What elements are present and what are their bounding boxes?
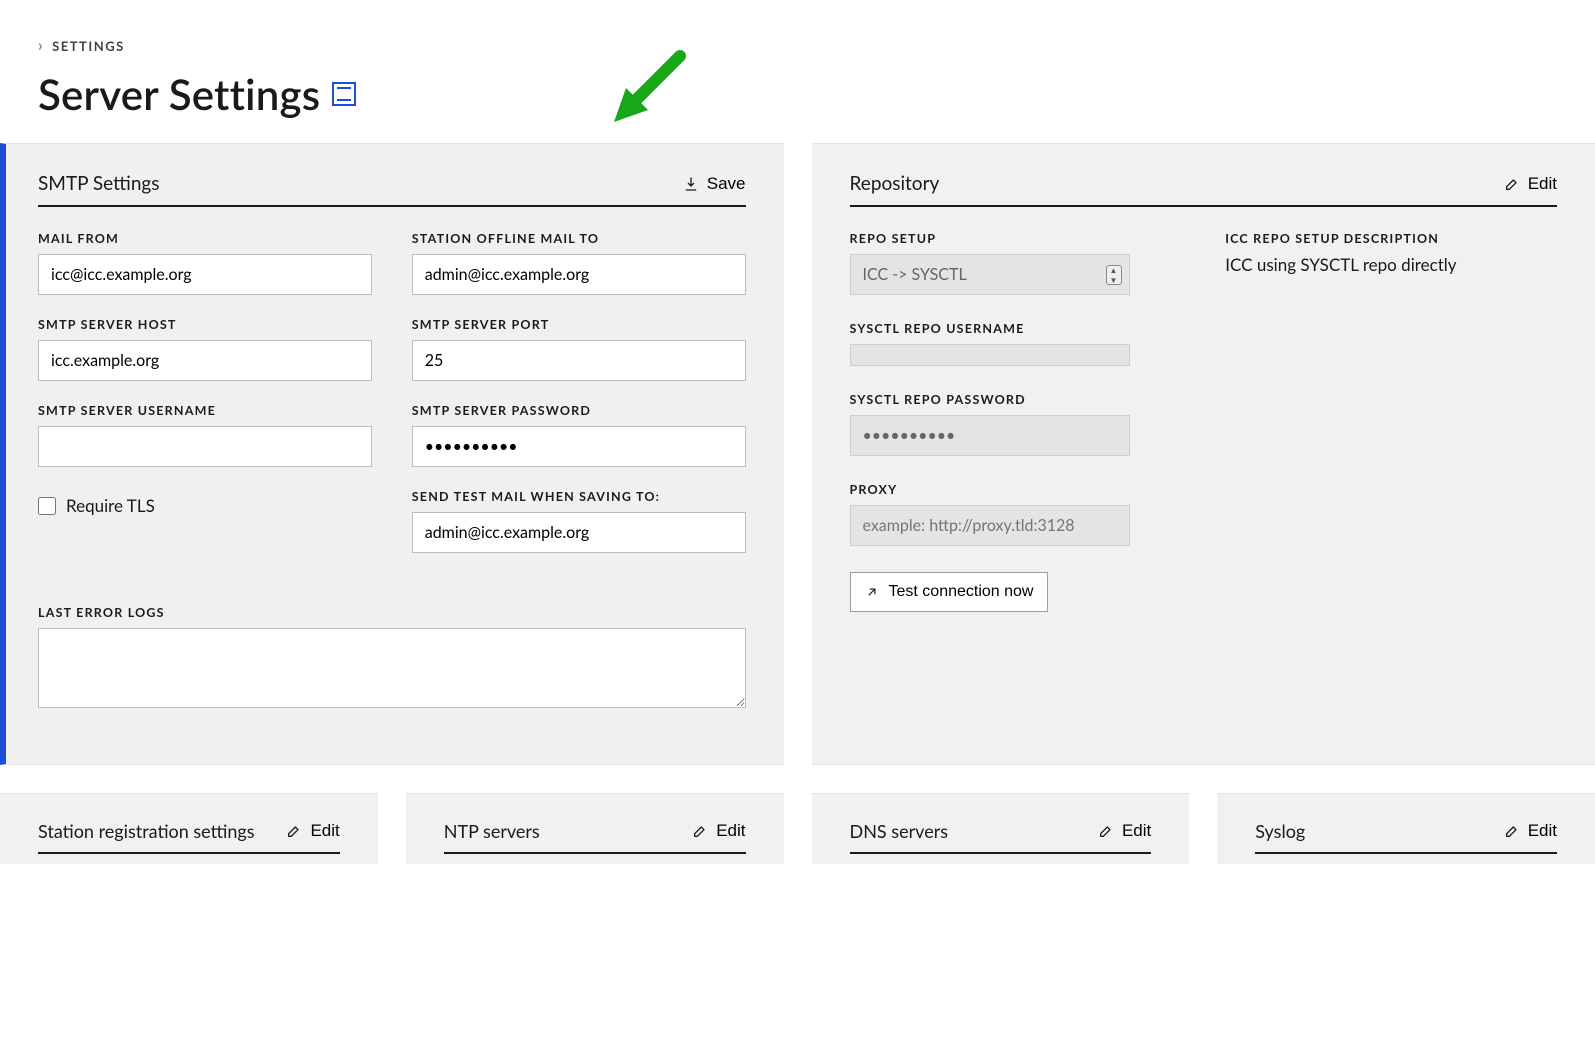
ntp-edit-button[interactable]: Edit xyxy=(692,821,745,841)
smtp-port-label: SMTP SERVER PORT xyxy=(412,317,746,332)
smtp-pass-label: SMTP SERVER PASSWORD xyxy=(412,403,746,418)
error-logs-textarea[interactable] xyxy=(38,628,746,708)
test-mail-input[interactable] xyxy=(412,512,746,553)
save-button-label: Save xyxy=(707,174,746,194)
mail-from-input[interactable] xyxy=(38,254,372,295)
external-arrow-icon xyxy=(865,585,879,599)
smtp-host-label: SMTP SERVER HOST xyxy=(38,317,372,332)
smtp-panel-title: SMTP Settings xyxy=(38,172,160,195)
dns-panel: DNS servers Edit xyxy=(812,793,1190,864)
station-title: Station registration settings xyxy=(38,820,255,842)
station-registration-panel: Station registration settings Edit xyxy=(0,793,378,864)
save-button[interactable]: Save xyxy=(683,174,746,194)
offline-mail-input[interactable] xyxy=(412,254,746,295)
error-logs-label: LAST ERROR LOGS xyxy=(38,605,746,620)
smtp-port-input[interactable] xyxy=(412,340,746,381)
offline-mail-label: STATION OFFLINE MAIL TO xyxy=(412,231,746,246)
repo-setup-label: REPO SETUP xyxy=(850,231,1130,246)
smtp-panel: SMTP Settings Save MAIL FROM STATION OFF… xyxy=(0,143,784,765)
station-edit-label: Edit xyxy=(310,821,339,841)
smtp-user-input[interactable] xyxy=(38,426,372,467)
ntp-title: NTP servers xyxy=(444,820,540,842)
edit-icon xyxy=(1504,823,1520,839)
smtp-pass-input[interactable] xyxy=(412,426,746,467)
syslog-edit-label: Edit xyxy=(1528,821,1557,841)
require-tls-checkbox[interactable] xyxy=(38,497,56,515)
repo-edit-button[interactable]: Edit xyxy=(1504,174,1557,194)
test-mail-label: SEND TEST MAIL WHEN SAVING TO: xyxy=(412,489,746,504)
syslog-panel: Syslog Edit xyxy=(1217,793,1595,864)
breadcrumb-settings: SETTINGS xyxy=(52,38,125,54)
edit-icon xyxy=(1504,176,1520,192)
repo-setup-select: ICC -> SYSCTL xyxy=(850,254,1130,295)
sysctl-pass-field: •••••••••• xyxy=(850,415,1130,456)
ntp-panel: NTP servers Edit xyxy=(406,793,784,864)
edit-icon xyxy=(1098,823,1114,839)
form-icon xyxy=(332,82,356,106)
syslog-title: Syslog xyxy=(1255,820,1305,842)
chevron-right-icon: › xyxy=(38,36,44,55)
page-title-text: Server Settings xyxy=(38,69,320,119)
edit-icon xyxy=(286,823,302,839)
require-tls-label: Require TLS xyxy=(66,495,155,516)
station-edit-button[interactable]: Edit xyxy=(286,821,339,841)
repo-panel-title: Repository xyxy=(850,172,940,195)
sysctl-pass-label: SYSCTL REPO PASSWORD xyxy=(850,392,1130,407)
dns-edit-label: Edit xyxy=(1122,821,1151,841)
edit-icon xyxy=(692,823,708,839)
page-title: Server Settings xyxy=(38,69,1557,119)
dns-edit-button[interactable]: Edit xyxy=(1098,821,1151,841)
repo-desc-text: ICC using SYSCTL repo directly xyxy=(1225,254,1557,277)
syslog-edit-button[interactable]: Edit xyxy=(1504,821,1557,841)
test-connection-label: Test connection now xyxy=(889,583,1034,601)
repository-panel: Repository Edit REPO SETUP ICC -> SYSCTL… xyxy=(812,143,1595,765)
annotation-arrow-icon xyxy=(600,36,700,136)
smtp-user-label: SMTP SERVER USERNAME xyxy=(38,403,372,418)
dns-title: DNS servers xyxy=(850,820,949,842)
proxy-input xyxy=(850,505,1130,546)
download-icon xyxy=(683,176,699,192)
repo-edit-label: Edit xyxy=(1528,174,1557,194)
mail-from-label: MAIL FROM xyxy=(38,231,372,246)
proxy-label: PROXY xyxy=(850,482,1130,497)
breadcrumb[interactable]: › SETTINGS xyxy=(38,36,1557,55)
smtp-host-input[interactable] xyxy=(38,340,372,381)
ntp-edit-label: Edit xyxy=(716,821,745,841)
test-connection-button[interactable]: Test connection now xyxy=(850,572,1049,612)
select-caret-icon: ▲▼ xyxy=(1106,265,1122,285)
repo-desc-label: ICC REPO SETUP DESCRIPTION xyxy=(1225,231,1557,246)
sysctl-user-field xyxy=(850,344,1130,366)
sysctl-user-label: SYSCTL REPO USERNAME xyxy=(850,321,1130,336)
